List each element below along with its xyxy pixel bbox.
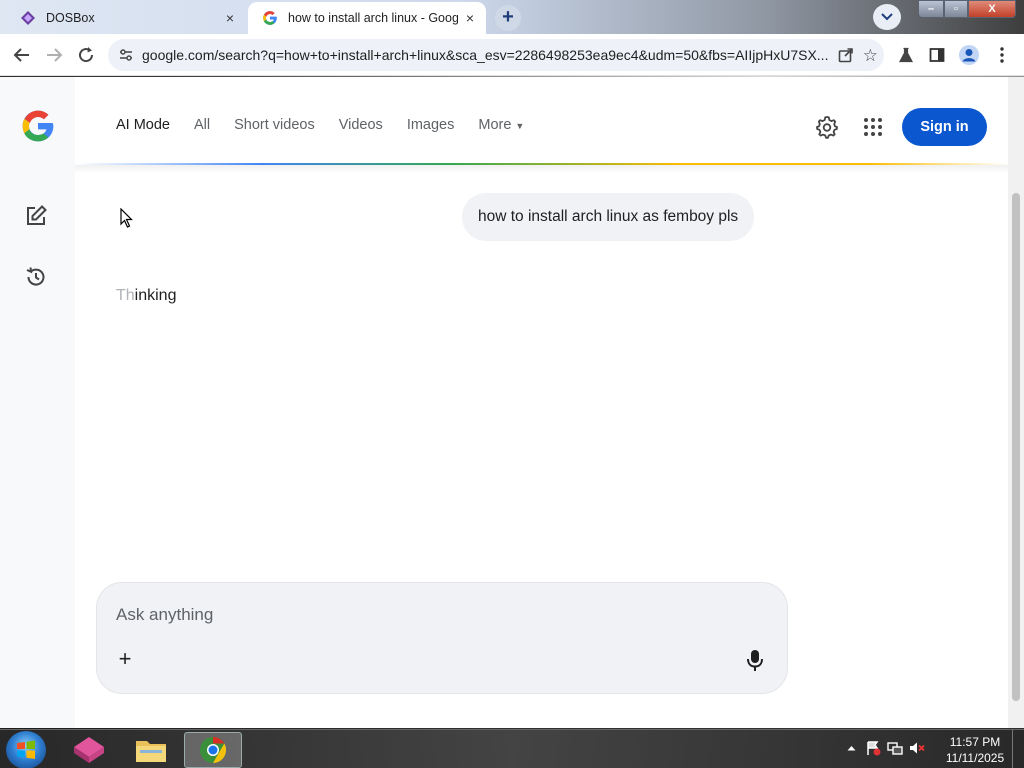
tray-volume-muted-icon[interactable] [906, 738, 928, 758]
ask-input-box[interactable]: Ask anything + [96, 582, 788, 694]
tray-action-center-flag-icon[interactable] [862, 738, 884, 758]
tab-images[interactable]: Images [407, 117, 455, 133]
window-minimize-button[interactable]: – [918, 0, 944, 18]
share-icon[interactable] [838, 47, 854, 68]
reload-icon[interactable] [73, 42, 99, 68]
left-sidebar [0, 77, 75, 728]
ask-input-placeholder[interactable]: Ask anything [116, 605, 213, 625]
google-favicon-icon [262, 10, 278, 26]
tab-ai-mode[interactable]: AI Mode [116, 117, 170, 133]
taskbar-file-explorer-folder-icon[interactable] [122, 732, 180, 768]
tab-videos[interactable]: Videos [339, 117, 383, 133]
browser-menu-icon[interactable] [989, 42, 1015, 68]
address-bar[interactable]: google.com/search?q=how+to+install+arch+… [108, 39, 884, 71]
tab-all[interactable]: All [194, 117, 210, 133]
bookmark-star-icon[interactable]: ☆ [863, 46, 878, 66]
tab-more[interactable]: More ▼ [478, 117, 524, 133]
sign-in-button[interactable]: Sign in [902, 108, 987, 146]
google-logo-icon[interactable] [20, 108, 56, 144]
windows-start-button[interactable] [6, 731, 46, 768]
scrollbar-thumb[interactable] [1012, 193, 1020, 701]
side-panel-icon[interactable] [924, 42, 950, 68]
window-close-button[interactable]: X [968, 0, 1016, 18]
taskbar-chrome-browser-icon[interactable] [184, 732, 242, 768]
tab-close-icon[interactable]: × [462, 10, 478, 26]
taskbar-app-dosbox-icon[interactable] [60, 732, 118, 768]
profile-avatar-icon[interactable] [956, 42, 982, 68]
microphone-icon[interactable] [745, 649, 765, 673]
tab-title: DOSBox [46, 11, 95, 25]
browser-toolbar: google.com/search?q=how+to+install+arch+… [0, 34, 1024, 76]
tab-more-label: More [478, 117, 512, 133]
url-text[interactable]: google.com/search?q=how+to+install+arch+… [142, 47, 832, 63]
site-info-tune-icon[interactable] [118, 47, 134, 63]
google-apps-grid-icon[interactable] [863, 117, 883, 137]
google-search-page: AI Mode All Short videos Videos Images M… [0, 77, 1008, 728]
dosbox-favicon-icon [20, 10, 36, 26]
window-maximize-button[interactable]: ▫ [944, 0, 968, 18]
window-controls: – ▫ X [918, 0, 1020, 20]
page-scrollbar[interactable] [1008, 77, 1024, 728]
main-content: AI Mode All Short videos Videos Images M… [75, 77, 1008, 728]
new-chat-edit-icon[interactable] [24, 204, 48, 228]
settings-gear-icon[interactable] [815, 115, 839, 139]
labs-flask-icon[interactable] [893, 42, 919, 68]
browser-tab-strip: DOSBox × how to install arch linux - Goo… [0, 0, 1024, 34]
search-nav-tabs: AI Mode All Short videos Videos Images M… [116, 117, 548, 133]
header-shadow [75, 165, 1008, 173]
caret-down-icon: ▼ [515, 121, 525, 131]
new-tab-button[interactable]: + [495, 5, 521, 31]
thinking-text-dim: Th [116, 287, 135, 304]
tray-show-hidden-icon[interactable] [840, 738, 862, 758]
taskbar-clock[interactable]: 11:57 PM 11/11/2025 [940, 734, 1010, 766]
thinking-text: inking [134, 287, 177, 304]
tab-close-icon[interactable]: × [222, 10, 238, 26]
tab-short-videos[interactable]: Short videos [234, 117, 315, 133]
thinking-indicator: Thinking [116, 287, 176, 305]
tab-dosbox[interactable]: DOSBox × [6, 2, 246, 34]
back-arrow-icon[interactable] [9, 42, 35, 68]
show-desktop-button[interactable] [1012, 730, 1024, 768]
forward-arrow-icon[interactable] [41, 42, 67, 68]
clock-time: 11:57 PM [949, 735, 1001, 749]
tab-google-search[interactable]: how to install arch linux - Google × [248, 2, 486, 34]
windows-taskbar: 11:57 PM 11/11/2025 [0, 729, 1024, 768]
clock-date: 11/11/2025 [945, 751, 1005, 765]
tab-search-chevron-down-icon[interactable] [873, 4, 901, 30]
tab-title: how to install arch linux - Google [288, 11, 458, 25]
user-query-bubble: how to install arch linux as femboy pls [462, 193, 755, 241]
add-attachment-plus-button[interactable]: + [115, 648, 135, 670]
tray-network-icon[interactable] [884, 738, 906, 758]
system-tray [840, 738, 928, 758]
mouse-pointer-icon [120, 208, 133, 228]
history-icon[interactable] [24, 265, 48, 289]
